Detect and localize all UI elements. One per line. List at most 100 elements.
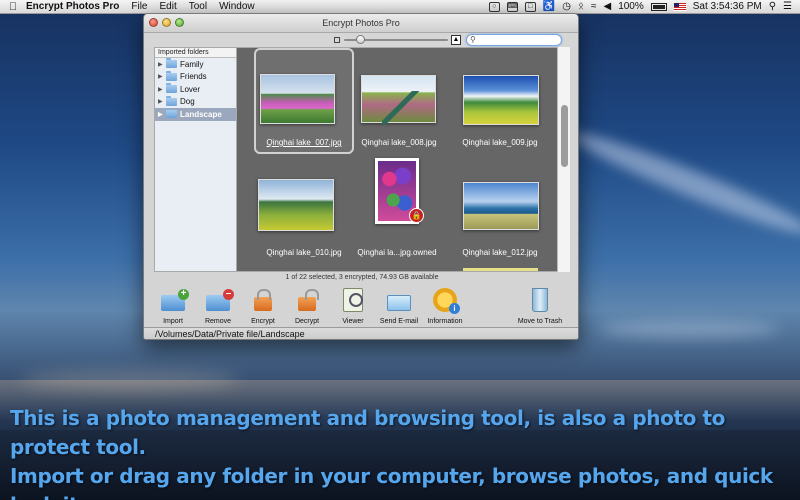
encrypt-label: Encrypt [251, 318, 275, 325]
menu-bar:  Encrypt Photos Pro File Edit Tool Wind… [0, 0, 800, 14]
unlock-icon [298, 289, 319, 311]
photo-item[interactable]: 🔒 Qinghai la...jpg.owned [347, 158, 447, 264]
zoom-button[interactable] [175, 18, 184, 27]
photo-caption: Qinghai lake_008.jpg [361, 138, 437, 147]
menu-clock[interactable]: Sat 3:54:36 PM [693, 1, 762, 12]
minimize-button[interactable] [162, 18, 171, 27]
folder-icon [166, 83, 177, 94]
status-area: ○ ⌨ □ ♿ ◷ ᛟ ≈ ◀ 100% Sat 3:54:36 PM ⚲ ☰ [488, 1, 800, 12]
sidebar-item-label: Lover [180, 84, 201, 94]
search-icon: ⚲ [470, 35, 476, 44]
desktop-cloud [564, 122, 800, 244]
photo-item[interactable]: Qinghai lake_009.jpg [450, 48, 550, 154]
sidebar-item-label: Landscape [180, 109, 222, 119]
encrypt-button[interactable]: Encrypt [238, 286, 288, 326]
disclosure-triangle-icon[interactable]: ▶ [158, 73, 166, 80]
window-titlebar[interactable]: Encrypt Photos Pro [144, 14, 578, 33]
menu-tool[interactable]: Tool [189, 1, 207, 12]
promo-line-1: This is a photo management and browsing … [10, 406, 726, 459]
import-button[interactable]: + Import [148, 286, 198, 326]
decrypt-button[interactable]: Decrypt [282, 286, 332, 326]
disclosure-triangle-icon[interactable]: ▶ [158, 61, 166, 68]
photo-item[interactable]: Qinghai lake_012.jpg [450, 158, 550, 264]
sidebar-item-label: Dog [180, 97, 195, 107]
remove-folder-icon: – [206, 289, 234, 311]
small-thumbnail-icon[interactable] [334, 37, 340, 43]
photo-thumbnail[interactable] [258, 179, 334, 231]
trash-icon [532, 288, 548, 312]
disclosure-triangle-icon[interactable]: ▶ [158, 86, 166, 93]
window-controls [149, 18, 184, 27]
thumbnail-toolbar: ▲ ⚲ [144, 33, 578, 47]
info-icon: i [433, 288, 460, 314]
move-to-trash-label: Move to Trash [517, 318, 563, 325]
menu-edit[interactable]: Edit [159, 1, 176, 12]
sidebar-item-label: Family [180, 59, 204, 69]
app-window: Encrypt Photos Pro ▲ ⚲ Imported folders … [143, 13, 579, 340]
apple-menu-icon[interactable]:  [0, 1, 26, 13]
photo-caption: Qinghai la...jpg.owned [357, 248, 437, 257]
photo-thumbnail[interactable] [463, 182, 539, 230]
import-label: Import [163, 318, 183, 325]
folder-sidebar: Imported folders ▶ Family ▶ Friends ▶ Lo… [154, 47, 237, 272]
sidebar-item-family[interactable]: ▶ Family [155, 58, 236, 71]
desktop-cloud [600, 320, 780, 338]
photo-thumbnail[interactable] [260, 74, 335, 124]
wifi-icon[interactable]: ≈ [591, 1, 597, 12]
vertical-scrollbar[interactable] [557, 47, 570, 272]
disclosure-triangle-icon[interactable]: ▶ [158, 98, 166, 105]
status-keyboard-icon[interactable]: ⌨ [506, 1, 518, 12]
viewer-icon [343, 288, 363, 312]
folder-icon [166, 108, 177, 119]
sidebar-header: Imported folders [155, 48, 236, 58]
sidebar-item-friends[interactable]: ▶ Friends [155, 70, 236, 84]
menu-window[interactable]: Window [219, 1, 255, 12]
sidebar-item-lover[interactable]: ▶ Lover [155, 83, 236, 96]
battery-percent[interactable]: 100% [618, 1, 644, 12]
folder-icon [166, 95, 177, 106]
photo-caption: Qinghai lake_009.jpg [462, 138, 538, 147]
send-email-label: Send E-mail [379, 318, 419, 325]
sidebar-item-landscape[interactable]: ▶ Landscape [155, 108, 236, 121]
search-field[interactable]: ⚲ [466, 34, 562, 46]
battery-icon[interactable] [650, 2, 667, 11]
folder-icon [166, 70, 177, 81]
menu-file[interactable]: File [131, 1, 147, 12]
spotlight-search-icon[interactable]: ⚲ [769, 1, 776, 12]
menu-app-name[interactable]: Encrypt Photos Pro [26, 1, 119, 12]
scrollbar-thumb[interactable] [561, 105, 568, 167]
bluetooth-icon[interactable]: ᛟ [578, 1, 584, 12]
promo-line-2: Import or drag any folder in your comput… [10, 464, 773, 500]
desktop-cloud [20, 370, 240, 390]
move-to-trash-button[interactable]: Move to Trash [514, 286, 566, 326]
volume-icon[interactable]: ◀ [603, 1, 611, 12]
folder-icon [166, 58, 177, 69]
photo-caption: Qinghai lake_007.jpg [266, 138, 342, 147]
remove-label: Remove [204, 318, 232, 325]
information-button[interactable]: i Information [420, 286, 470, 326]
photo-caption: Qinghai lake_012.jpg [462, 248, 538, 257]
notification-center-icon[interactable]: ☰ [783, 1, 792, 12]
remove-button[interactable]: – Remove [193, 286, 243, 326]
photo-item[interactable]: Qinghai lake_008.jpg [349, 48, 449, 154]
photo-thumbnail[interactable] [361, 75, 436, 125]
encrypted-lock-icon: 🔒 [409, 208, 424, 223]
viewer-button[interactable]: Viewer [328, 286, 378, 326]
time-machine-icon[interactable]: ◷ [562, 1, 571, 12]
photo-item[interactable]: Qinghai lake_010.jpg [254, 158, 354, 264]
promo-text: This is a photo management and browsing … [10, 404, 790, 500]
input-source-flag-icon[interactable] [673, 2, 686, 11]
large-thumbnail-icon[interactable]: ▲ [451, 35, 461, 45]
close-button[interactable] [149, 18, 158, 27]
disclosure-triangle-icon[interactable]: ▶ [158, 111, 166, 118]
send-email-button[interactable]: Send E-mail [374, 286, 424, 326]
accessibility-icon[interactable]: ♿ [543, 1, 555, 12]
photo-thumbnail[interactable] [463, 75, 539, 125]
sidebar-item-dog[interactable]: ▶ Dog [155, 95, 236, 109]
thumbnail-size-slider-knob[interactable] [356, 35, 365, 44]
status-app-icon[interactable]: ○ [488, 1, 500, 12]
status-display-icon[interactable]: □ [524, 1, 536, 12]
photo-item[interactable]: Qinghai lake_007.jpg [254, 48, 354, 154]
decrypt-label: Decrypt [294, 318, 320, 325]
viewer-label: Viewer [342, 318, 364, 325]
